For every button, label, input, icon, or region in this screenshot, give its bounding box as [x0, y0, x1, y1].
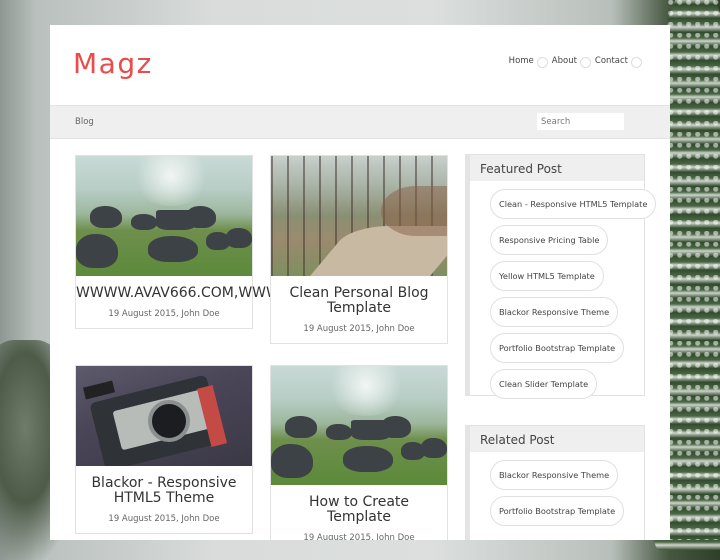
related-item[interactable]: Portfolio Bootstrap Template: [490, 496, 625, 526]
post-meta: 19 August 2015, John Doe: [303, 324, 415, 334]
site-header: Magz Home About Contact: [50, 25, 670, 105]
breadcrumb-bar: Blog: [50, 105, 670, 139]
widget-heading: Related Post: [470, 426, 644, 452]
nav-about[interactable]: About: [552, 56, 592, 68]
post-title[interactable]: WWWW.AVAV666.COM,WWW.AV: [76, 276, 301, 301]
featured-item[interactable]: Clean Slider Template: [490, 369, 598, 399]
post-title[interactable]: Blackor - Responsive HTML5 Theme: [76, 466, 252, 506]
main-nav: Home About Contact: [501, 56, 643, 68]
post-meta: 19 August 2015, John Doe: [108, 514, 220, 524]
post-image-road[interactable]: [271, 156, 447, 276]
featured-post-widget: Featured Post Clean - Responsive HTML5 T…: [465, 154, 657, 399]
breadcrumb[interactable]: Blog: [75, 117, 94, 127]
featured-item[interactable]: Blackor Responsive Theme: [490, 297, 619, 327]
featured-item[interactable]: Clean - Responsive HTML5 Template: [490, 189, 657, 219]
widget-heading: Featured Post: [470, 155, 644, 181]
nav-home[interactable]: Home: [509, 56, 548, 68]
post-image-rocks[interactable]: [271, 366, 447, 485]
post-card[interactable]: Blackor - Responsive HTML5 Theme 19 Augu…: [75, 365, 253, 534]
related-post-widget: Related Post Blackor Responsive Theme Po…: [465, 425, 645, 540]
nav-contact[interactable]: Contact: [595, 56, 643, 68]
post-title[interactable]: How to Create Template: [271, 485, 447, 525]
featured-item[interactable]: Responsive Pricing Table: [490, 225, 609, 255]
background-snow: [668, 0, 720, 540]
featured-item[interactable]: Portfolio Bootstrap Template: [490, 333, 625, 363]
post-title[interactable]: Clean Personal Blog Template: [271, 276, 447, 316]
featured-list: Clean - Responsive HTML5 Template Respon…: [470, 181, 657, 405]
post-card[interactable]: WWWW.AVAV666.COM,WWW.AV 19 August 2015, …: [75, 155, 301, 329]
search-input[interactable]: [537, 113, 624, 130]
post-image-camera[interactable]: [76, 366, 252, 466]
post-meta: 19 August 2015, John Doe: [108, 309, 220, 319]
post-card[interactable]: Clean Personal Blog Template 19 August 2…: [270, 155, 448, 344]
page-container: Magz Home About Contact Blog WWWW.AVAV66…: [50, 25, 670, 540]
related-list: Blackor Responsive Theme Portfolio Boots…: [470, 452, 644, 532]
post-card[interactable]: How to Create Template 19 August 2015, J…: [270, 365, 448, 540]
post-image-rocks[interactable]: [76, 156, 252, 276]
post-meta: 19 August 2015, John Doe: [303, 533, 415, 540]
featured-item[interactable]: Yellow HTML5 Template: [490, 261, 604, 291]
related-item[interactable]: Blackor Responsive Theme: [490, 460, 619, 490]
site-logo[interactable]: Magz: [73, 47, 153, 80]
